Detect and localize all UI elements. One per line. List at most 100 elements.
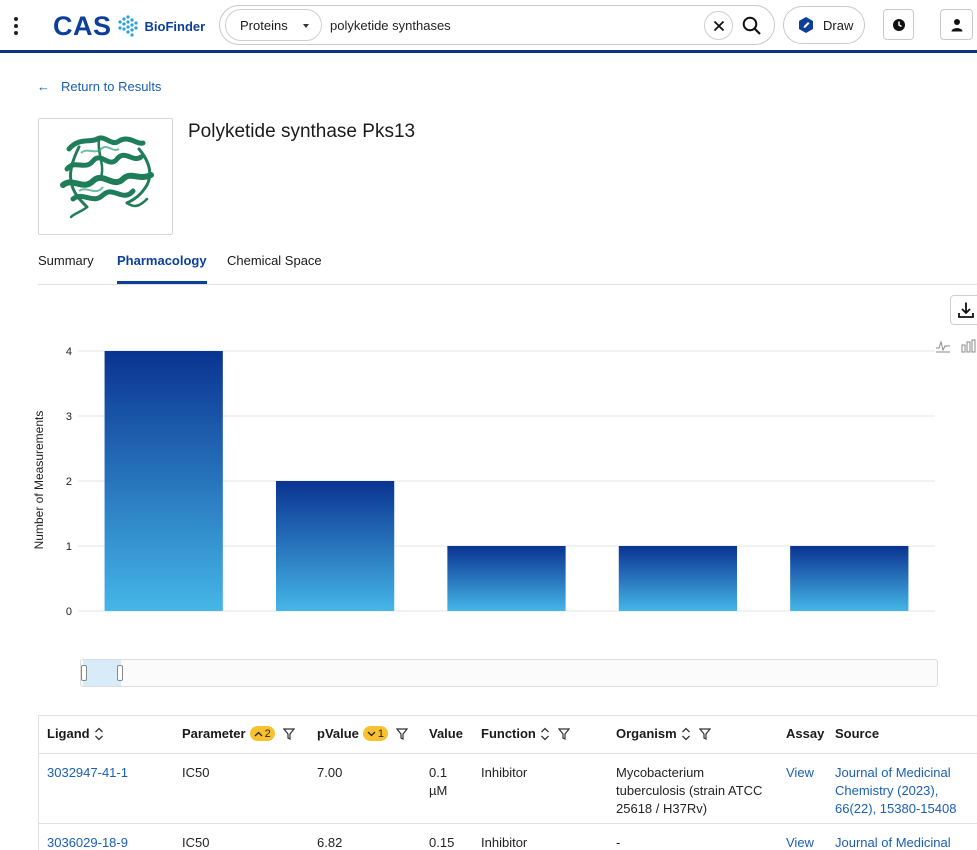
sort-icon[interactable]	[540, 727, 550, 741]
user-account-button[interactable]	[940, 9, 973, 40]
column-header-value: Value	[429, 726, 463, 741]
y-tick-label: 0	[66, 606, 72, 618]
table-row: 3036029-18-9 IC50 6.82 0.15 Inhibitor - …	[39, 824, 977, 850]
sort-icon[interactable]	[94, 727, 104, 741]
organism-line: Mycobacterium	[616, 765, 705, 780]
logo-cas-text: CAS	[53, 10, 112, 41]
clear-search-button[interactable]	[704, 11, 733, 40]
value-number: 0.15	[429, 835, 455, 850]
top-header: CAS BioFinder Proteins Draw	[0, 0, 977, 53]
bar[interactable]	[447, 546, 566, 611]
source-line: Chemistry (2023),	[835, 783, 939, 798]
column-header-function: Function	[481, 726, 570, 741]
more-menu-icon[interactable]	[10, 14, 22, 36]
cas-biofinder-logo[interactable]: CAS BioFinder	[53, 10, 205, 42]
source-link[interactable]: Journal of Medicinal	[835, 834, 951, 850]
pvalue-cell: 6.82	[317, 835, 343, 850]
ligand-link[interactable]: 3032947-41-1	[47, 764, 128, 782]
bar[interactable]	[790, 546, 909, 611]
search-button[interactable]	[738, 12, 766, 40]
pvalue-sort-order: 1	[377, 727, 385, 740]
ligand-header-label: Ligand	[47, 726, 90, 741]
download-button[interactable]	[950, 295, 977, 325]
parameter-cell: IC50	[182, 765, 210, 780]
bar[interactable]	[275, 481, 395, 611]
slider-right-handle[interactable]	[117, 665, 123, 681]
arrow-left-icon: ←	[37, 79, 50, 94]
history-button[interactable]	[883, 9, 914, 40]
draw-label: Draw	[823, 17, 854, 33]
tab-pharmacology[interactable]: Pharmacology	[117, 253, 207, 284]
y-tick-label: 3	[66, 411, 72, 423]
organism-line: -	[616, 835, 621, 850]
ligand-link[interactable]: 3036029-18-9	[47, 834, 128, 850]
slider-left-handle[interactable]	[81, 665, 87, 681]
logo-mark-icon	[117, 15, 138, 37]
column-header-source: Source	[835, 726, 879, 741]
measurements-bar-chart: 0 1 2 3 4 Number of Measurements	[32, 346, 935, 618]
search-icon	[742, 16, 761, 35]
bar[interactable]	[104, 351, 223, 611]
value-header-label: Value	[429, 726, 463, 741]
pvalue-cell: 7.00	[317, 765, 343, 780]
value-cell: 0.1 µM	[429, 764, 447, 800]
filter-icon[interactable]	[698, 727, 711, 740]
search-scope-dropdown[interactable]: Proteins	[225, 9, 322, 41]
y-tick-label: 2	[66, 476, 72, 488]
logo-biofinder-text: BioFinder	[144, 18, 206, 34]
return-to-results-link[interactable]: ← Return to Results	[37, 79, 161, 94]
protein-title: Polyketide synthase Pks13	[188, 121, 416, 142]
column-header-assay: Assay	[786, 726, 824, 741]
parameter-cell: IC50	[182, 835, 210, 850]
clock-icon	[892, 18, 905, 31]
search-scope-label: Proteins	[240, 17, 288, 33]
source-line: 66(22), 15380-15408	[835, 801, 957, 816]
assay-view-link[interactable]: View	[786, 834, 814, 850]
y-tick-label: 4	[66, 346, 72, 358]
organism-cell: -	[616, 834, 620, 850]
assay-view-link[interactable]: View	[786, 764, 814, 782]
column-header-parameter: Parameter 2	[182, 726, 295, 741]
filter-icon[interactable]	[396, 727, 409, 740]
pvalue-header-label: pValue	[317, 726, 359, 741]
search-bar: Proteins	[219, 5, 775, 45]
tab-summary[interactable]: Summary	[38, 253, 94, 281]
pvalue-sort-badge[interactable]: 1	[362, 726, 389, 741]
filter-icon[interactable]	[282, 727, 295, 740]
chart-range-slider[interactable]	[80, 659, 938, 687]
return-to-results-label: Return to Results	[61, 79, 162, 94]
sort-icon[interactable]	[681, 727, 691, 741]
table-row: 3032947-41-1 IC50 7.00 0.1 µM Inhibitor …	[39, 754, 977, 824]
protein-structure-thumbnail	[38, 118, 173, 235]
close-icon	[713, 20, 724, 31]
source-link[interactable]: Journal of Medicinal Chemistry (2023), 6…	[835, 764, 956, 818]
caret-down-icon	[303, 24, 309, 28]
parameter-sort-badge[interactable]: 2	[249, 726, 275, 741]
table-header-row: Ligand Parameter 2 pValue 1 Value Functi…	[39, 716, 977, 754]
filter-icon[interactable]	[557, 727, 570, 740]
slider-selected-range[interactable]	[83, 660, 121, 686]
function-header-label: Function	[481, 726, 536, 741]
column-header-ligand: Ligand	[47, 726, 104, 741]
function-cell: Inhibitor	[481, 765, 528, 780]
organism-header-label: Organism	[616, 726, 677, 741]
protein-ribbon-image	[60, 135, 154, 219]
value-cell: 0.15	[429, 834, 454, 850]
organism-cell: Mycobacterium tuberculosis (strain ATCC …	[616, 764, 762, 818]
chevron-down-icon	[367, 731, 376, 736]
source-line: Journal of Medicinal	[835, 835, 951, 850]
y-axis-label: Number of Measurements	[32, 411, 46, 550]
source-line: Journal of Medicinal	[835, 765, 951, 780]
tab-chemical-space[interactable]: Chemical Space	[227, 253, 322, 281]
search-input[interactable]	[330, 12, 690, 38]
value-unit: µM	[429, 783, 448, 798]
user-icon	[951, 18, 962, 31]
draw-button[interactable]: Draw	[783, 6, 865, 44]
bar[interactable]	[618, 546, 738, 611]
organism-line: 25618 / H37Rv)	[616, 801, 708, 816]
value-number: 0.1	[429, 765, 448, 780]
assay-header-label: Assay	[786, 726, 825, 741]
parameter-sort-order: 2	[264, 727, 271, 740]
organism-line: tuberculosis (strain ATCC	[616, 783, 763, 798]
pharmacology-table: Ligand Parameter 2 pValue 1 Value Functi…	[38, 715, 977, 850]
